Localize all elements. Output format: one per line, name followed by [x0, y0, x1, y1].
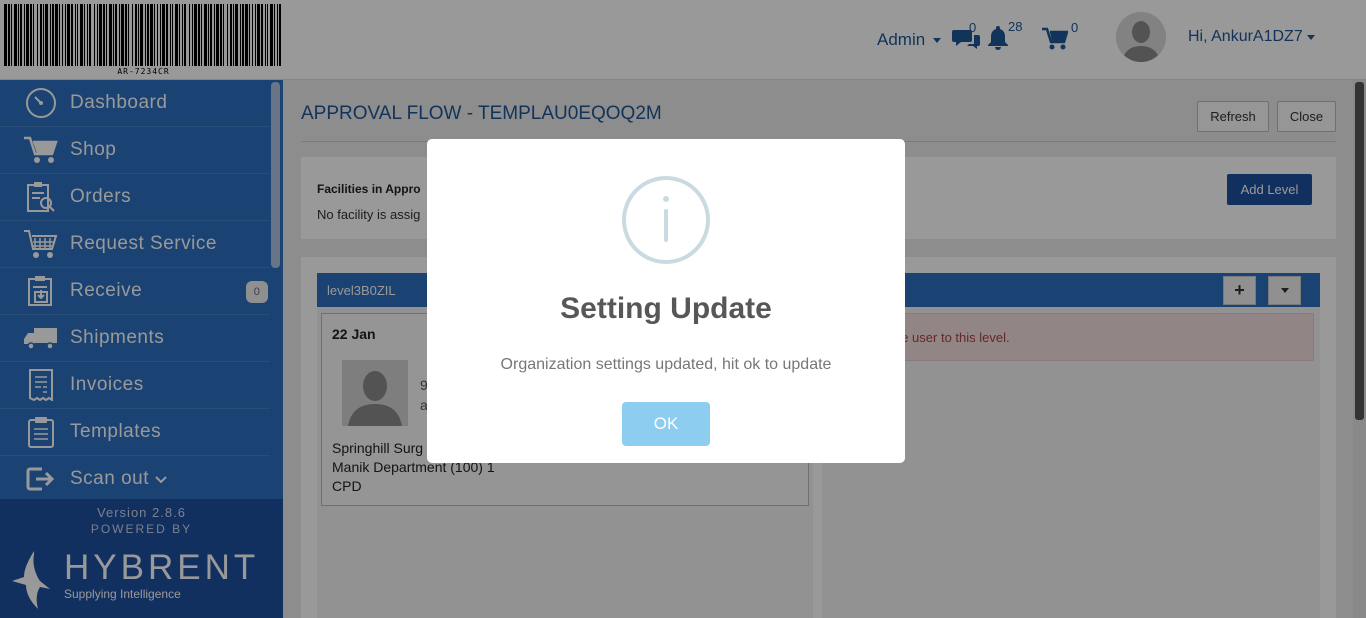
ok-button[interactable]: OK: [622, 402, 710, 446]
setting-update-dialog: Setting Update Organization settings upd…: [427, 139, 905, 463]
dialog-message: Organization settings updated, hit ok to…: [500, 356, 832, 373]
dialog-title: Setting Update: [560, 292, 772, 325]
info-icon: [622, 176, 710, 264]
